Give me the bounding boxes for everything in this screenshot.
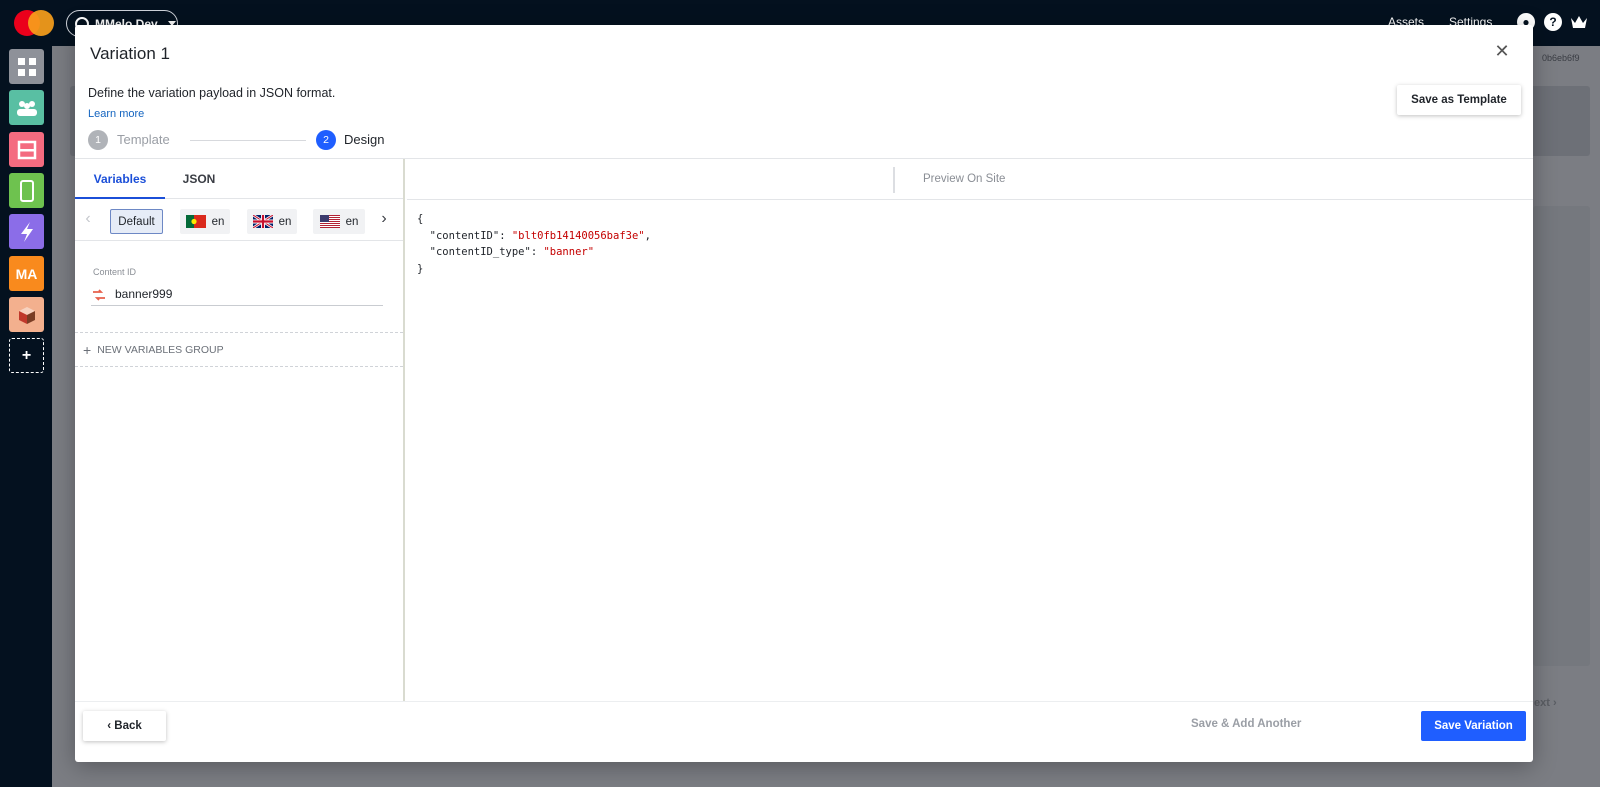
uk-flag-icon xyxy=(252,215,273,228)
json-key-content-id-type: "contentID_type" xyxy=(429,246,531,258)
step-2-badge[interactable]: 2 xyxy=(316,130,336,150)
save-and-add-another-button[interactable]: Save & Add Another xyxy=(1191,718,1301,730)
close-icon[interactable]: ✕ xyxy=(1493,42,1511,60)
step-2-label[interactable]: Design xyxy=(344,132,384,147)
group-separator-bottom xyxy=(75,366,403,367)
json-open-brace: { xyxy=(417,213,424,225)
step-connector xyxy=(190,140,306,141)
json-key-content-id: "contentID" xyxy=(429,229,500,242)
chevron-right-icon[interactable]: › xyxy=(377,211,391,227)
save-variation-button[interactable]: Save Variation xyxy=(1421,711,1526,741)
locale-selector: ‹ Default en en en › xyxy=(75,199,403,241)
json-close-brace: } xyxy=(417,262,424,275)
locale-portugal-en[interactable]: en xyxy=(180,209,230,234)
learn-more-link[interactable]: Learn more xyxy=(88,108,144,120)
content-id-field[interactable] xyxy=(91,282,383,306)
portugal-flag-icon xyxy=(185,215,206,228)
back-label: Back xyxy=(114,720,142,732)
back-button[interactable]: ‹ Back xyxy=(83,711,166,741)
modal-footer: ‹ Back Save & Add Another Save Variation xyxy=(75,701,1533,762)
bolt-icon[interactable] xyxy=(9,214,44,249)
background-panel xyxy=(1533,206,1590,666)
mobile-icon[interactable] xyxy=(9,173,44,208)
mastercard-logo[interactable] xyxy=(14,10,54,36)
ma-icon[interactable]: MA xyxy=(9,256,44,291)
background-id-text: 0b6eb6f9 xyxy=(1542,53,1580,63)
preview-toolbar: Preview On Site xyxy=(407,159,1533,200)
us-flag-icon xyxy=(319,215,340,228)
modal-title: Variation 1 xyxy=(90,44,171,63)
dashboard-icon[interactable] xyxy=(9,49,44,84)
preview-on-site-button[interactable]: Preview On Site xyxy=(923,173,1005,185)
stepper: 1 Template 2 Design xyxy=(88,130,408,150)
tab-variables[interactable]: Variables xyxy=(75,159,165,199)
chevron-left-icon[interactable]: ‹ xyxy=(81,211,95,227)
step-1-badge[interactable]: 1 xyxy=(88,130,108,150)
variation-modal: Variation 1 ✕ Define the variation paylo… xyxy=(75,25,1533,762)
modal-description: Define the variation payload in JSON for… xyxy=(88,86,336,100)
pane-tabs: Variables JSON xyxy=(75,159,403,199)
new-variables-group-button[interactable]: + NEW VARIABLES GROUP xyxy=(83,342,224,358)
tab-json[interactable]: JSON xyxy=(165,159,233,199)
plus-icon: + xyxy=(83,342,92,358)
content-id-input[interactable] xyxy=(115,286,375,301)
locale-default[interactable]: Default xyxy=(110,209,163,234)
save-as-template-button[interactable]: Save as Template xyxy=(1397,85,1521,115)
locale-uk-en[interactable]: en xyxy=(247,209,297,234)
new-variables-group-label: NEW VARIABLES GROUP xyxy=(97,344,224,356)
audiences-icon[interactable] xyxy=(9,90,44,125)
group-separator xyxy=(75,332,403,333)
step-1-label[interactable]: Template xyxy=(117,132,170,147)
json-value-content-id-type: "banner" xyxy=(543,246,595,258)
reference-icon xyxy=(91,288,107,301)
background-next-button: ext › xyxy=(1534,697,1557,709)
toolbar-divider xyxy=(893,167,895,193)
add-app-button[interactable]: + xyxy=(9,338,44,373)
variables-pane: Variables JSON ‹ Default en en en › Cont… xyxy=(75,159,405,701)
layout-icon[interactable] xyxy=(9,132,44,167)
json-value-content-id: "blt0fb14140056baf3e" xyxy=(511,229,645,242)
box-icon[interactable] xyxy=(9,297,44,332)
locale-portugal-label: en xyxy=(211,215,225,228)
crown-icon[interactable] xyxy=(1570,14,1588,30)
json-preview-pane: Preview On Site { "contentID": "blt0fb14… xyxy=(407,159,1533,701)
locale-us-label: en xyxy=(345,215,359,228)
content-id-label: Content ID xyxy=(93,267,137,277)
locale-default-label: Default xyxy=(118,215,155,228)
locale-uk-label: en xyxy=(278,215,292,228)
json-code-view[interactable]: { "contentID": "blt0fb14140056baf3e", "c… xyxy=(417,211,651,277)
help-icon[interactable]: ? xyxy=(1544,13,1562,31)
locale-us-en[interactable]: en xyxy=(313,209,365,234)
left-rail: MA + xyxy=(0,46,52,787)
